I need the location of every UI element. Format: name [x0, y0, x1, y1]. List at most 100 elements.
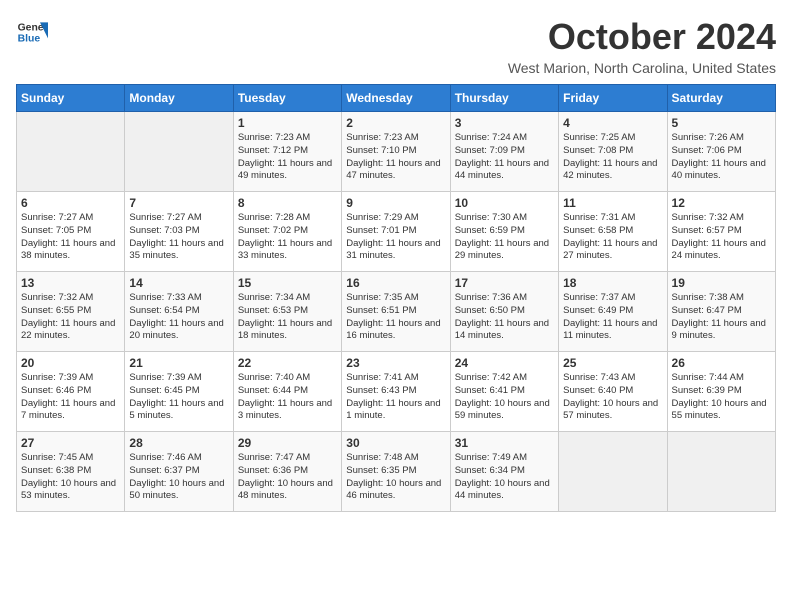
cell-details: Sunrise: 7:49 AM Sunset: 6:34 PM Dayligh… — [455, 452, 554, 503]
cell-details: Sunrise: 7:28 AM Sunset: 7:02 PM Dayligh… — [238, 212, 337, 263]
day-number: 3 — [455, 116, 554, 130]
cell-details: Sunrise: 7:43 AM Sunset: 6:40 PM Dayligh… — [563, 372, 662, 423]
calendar-cell: 14 Sunrise: 7:33 AM Sunset: 6:54 PM Dayli… — [125, 272, 233, 352]
calendar-cell: 9Sunrise: 7:29 AM Sunset: 7:01 PM Daylig… — [342, 192, 450, 272]
column-header-sunday: Sunday — [17, 85, 125, 112]
cell-details: Sunrise: 7:44 AM Sunset: 6:39 PM Dayligh… — [672, 372, 771, 423]
calendar-table: SundayMondayTuesdayWednesdayThursdayFrid… — [16, 84, 776, 512]
page-header: General Blue October 2024 West Marion, N… — [16, 16, 776, 76]
cell-details: Sunrise: 7:47 AM Sunset: 6:36 PM Dayligh… — [238, 452, 337, 503]
cell-details: Sunrise: 7:33 AM Sunset: 6:54 PM Dayligh… — [129, 292, 228, 343]
calendar-cell: 18 Sunrise: 7:37 AM Sunset: 6:49 PM Dayli… — [559, 272, 667, 352]
logo: General Blue — [16, 16, 48, 48]
calendar-body: 1 Sunrise: 7:23 AM Sunset: 7:12 PM Daylig… — [17, 112, 776, 512]
day-number: 2 — [346, 116, 445, 130]
day-number: 28 — [129, 436, 228, 450]
calendar-cell: 8Sunrise: 7:28 AM Sunset: 7:02 PM Daylig… — [233, 192, 341, 272]
cell-details: Sunrise: 7:41 AM Sunset: 6:43 PM Dayligh… — [346, 372, 445, 423]
cell-details: Sunrise: 7:46 AM Sunset: 6:37 PM Dayligh… — [129, 452, 228, 503]
calendar-cell — [667, 432, 775, 512]
calendar-cell: 30 Sunrise: 7:48 AM Sunset: 6:35 PM Dayli… — [342, 432, 450, 512]
calendar-cell: 5 Sunrise: 7:26 AM Sunset: 7:06 PM Daylig… — [667, 112, 775, 192]
calendar-cell: 24 Sunrise: 7:42 AM Sunset: 6:41 PM Dayli… — [450, 352, 558, 432]
calendar-cell: 15 Sunrise: 7:34 AM Sunset: 6:53 PM Dayli… — [233, 272, 341, 352]
cell-details: Sunrise: 7:27 AM Sunset: 7:03 PM Dayligh… — [129, 212, 228, 263]
calendar-cell: 13 Sunrise: 7:32 AM Sunset: 6:55 PM Dayli… — [17, 272, 125, 352]
day-number: 4 — [563, 116, 662, 130]
location: West Marion, North Carolina, United Stat… — [508, 60, 776, 76]
cell-details: Sunrise: 7:34 AM Sunset: 6:53 PM Dayligh… — [238, 292, 337, 343]
cell-details: Sunrise: 7:26 AM Sunset: 7:06 PM Dayligh… — [672, 132, 771, 183]
cell-details: Sunrise: 7:39 AM Sunset: 6:46 PM Dayligh… — [21, 372, 120, 423]
header-row: SundayMondayTuesdayWednesdayThursdayFrid… — [17, 85, 776, 112]
day-number: 30 — [346, 436, 445, 450]
calendar-cell: 11Sunrise: 7:31 AM Sunset: 6:58 PM Dayli… — [559, 192, 667, 272]
day-number: 18 — [563, 276, 662, 290]
day-number: 17 — [455, 276, 554, 290]
week-row: 27 Sunrise: 7:45 AM Sunset: 6:38 PM Dayli… — [17, 432, 776, 512]
day-number: 24 — [455, 356, 554, 370]
cell-details: Sunrise: 7:37 AM Sunset: 6:49 PM Dayligh… — [563, 292, 662, 343]
column-header-saturday: Saturday — [667, 85, 775, 112]
cell-details: Sunrise: 7:39 AM Sunset: 6:45 PM Dayligh… — [129, 372, 228, 423]
day-number: 14 — [129, 276, 228, 290]
day-number: 13 — [21, 276, 120, 290]
day-number: 19 — [672, 276, 771, 290]
cell-details: Sunrise: 7:25 AM Sunset: 7:08 PM Dayligh… — [563, 132, 662, 183]
cell-details: Sunrise: 7:30 AM Sunset: 6:59 PM Dayligh… — [455, 212, 554, 263]
calendar-cell: 17 Sunrise: 7:36 AM Sunset: 6:50 PM Dayli… — [450, 272, 558, 352]
calendar-cell: 20 Sunrise: 7:39 AM Sunset: 6:46 PM Dayli… — [17, 352, 125, 432]
cell-details: Sunrise: 7:38 AM Sunset: 6:47 PM Dayligh… — [672, 292, 771, 343]
day-number: 16 — [346, 276, 445, 290]
cell-details: Sunrise: 7:31 AM Sunset: 6:58 PM Dayligh… — [563, 212, 662, 263]
day-number: 6 — [21, 196, 120, 210]
day-number: 25 — [563, 356, 662, 370]
week-row: 6Sunrise: 7:27 AM Sunset: 7:05 PM Daylig… — [17, 192, 776, 272]
day-number: 29 — [238, 436, 337, 450]
logo-icon: General Blue — [16, 16, 48, 48]
title-block: October 2024 West Marion, North Carolina… — [508, 16, 776, 76]
day-number: 20 — [21, 356, 120, 370]
day-number: 22 — [238, 356, 337, 370]
day-number: 26 — [672, 356, 771, 370]
calendar-cell: 2Sunrise: 7:23 AM Sunset: 7:10 PM Daylig… — [342, 112, 450, 192]
cell-details: Sunrise: 7:36 AM Sunset: 6:50 PM Dayligh… — [455, 292, 554, 343]
cell-details: Sunrise: 7:40 AM Sunset: 6:44 PM Dayligh… — [238, 372, 337, 423]
column-header-friday: Friday — [559, 85, 667, 112]
calendar-cell: 27 Sunrise: 7:45 AM Sunset: 6:38 PM Dayli… — [17, 432, 125, 512]
cell-details: Sunrise: 7:45 AM Sunset: 6:38 PM Dayligh… — [21, 452, 120, 503]
cell-details: Sunrise: 7:32 AM Sunset: 6:57 PM Dayligh… — [672, 212, 771, 263]
week-row: 13 Sunrise: 7:32 AM Sunset: 6:55 PM Dayli… — [17, 272, 776, 352]
calendar-cell: 6Sunrise: 7:27 AM Sunset: 7:05 PM Daylig… — [17, 192, 125, 272]
cell-details: Sunrise: 7:23 AM Sunset: 7:12 PM Dayligh… — [238, 132, 337, 183]
column-header-thursday: Thursday — [450, 85, 558, 112]
day-number: 1 — [238, 116, 337, 130]
calendar-header: SundayMondayTuesdayWednesdayThursdayFrid… — [17, 85, 776, 112]
svg-text:Blue: Blue — [18, 34, 41, 45]
day-number: 15 — [238, 276, 337, 290]
day-number: 12 — [672, 196, 771, 210]
day-number: 27 — [21, 436, 120, 450]
calendar-cell: 4 Sunrise: 7:25 AM Sunset: 7:08 PM Daylig… — [559, 112, 667, 192]
calendar-cell: 29 Sunrise: 7:47 AM Sunset: 6:36 PM Dayli… — [233, 432, 341, 512]
calendar-cell — [17, 112, 125, 192]
week-row: 1 Sunrise: 7:23 AM Sunset: 7:12 PM Daylig… — [17, 112, 776, 192]
column-header-monday: Monday — [125, 85, 233, 112]
day-number: 5 — [672, 116, 771, 130]
cell-details: Sunrise: 7:42 AM Sunset: 6:41 PM Dayligh… — [455, 372, 554, 423]
calendar-cell: 31 Sunrise: 7:49 AM Sunset: 6:34 PM Dayli… — [450, 432, 558, 512]
calendar-cell — [125, 112, 233, 192]
calendar-cell: 16 Sunrise: 7:35 AM Sunset: 6:51 PM Dayli… — [342, 272, 450, 352]
week-row: 20 Sunrise: 7:39 AM Sunset: 6:46 PM Dayli… — [17, 352, 776, 432]
cell-details: Sunrise: 7:35 AM Sunset: 6:51 PM Dayligh… — [346, 292, 445, 343]
calendar-cell: 1 Sunrise: 7:23 AM Sunset: 7:12 PM Daylig… — [233, 112, 341, 192]
cell-details: Sunrise: 7:29 AM Sunset: 7:01 PM Dayligh… — [346, 212, 445, 263]
calendar-cell: 25 Sunrise: 7:43 AM Sunset: 6:40 PM Dayli… — [559, 352, 667, 432]
day-number: 7 — [129, 196, 228, 210]
day-number: 10 — [455, 196, 554, 210]
calendar-cell: 10 Sunrise: 7:30 AM Sunset: 6:59 PM Dayli… — [450, 192, 558, 272]
cell-details: Sunrise: 7:32 AM Sunset: 6:55 PM Dayligh… — [21, 292, 120, 343]
day-number: 31 — [455, 436, 554, 450]
cell-details: Sunrise: 7:48 AM Sunset: 6:35 PM Dayligh… — [346, 452, 445, 503]
calendar-cell: 22 Sunrise: 7:40 AM Sunset: 6:44 PM Dayli… — [233, 352, 341, 432]
